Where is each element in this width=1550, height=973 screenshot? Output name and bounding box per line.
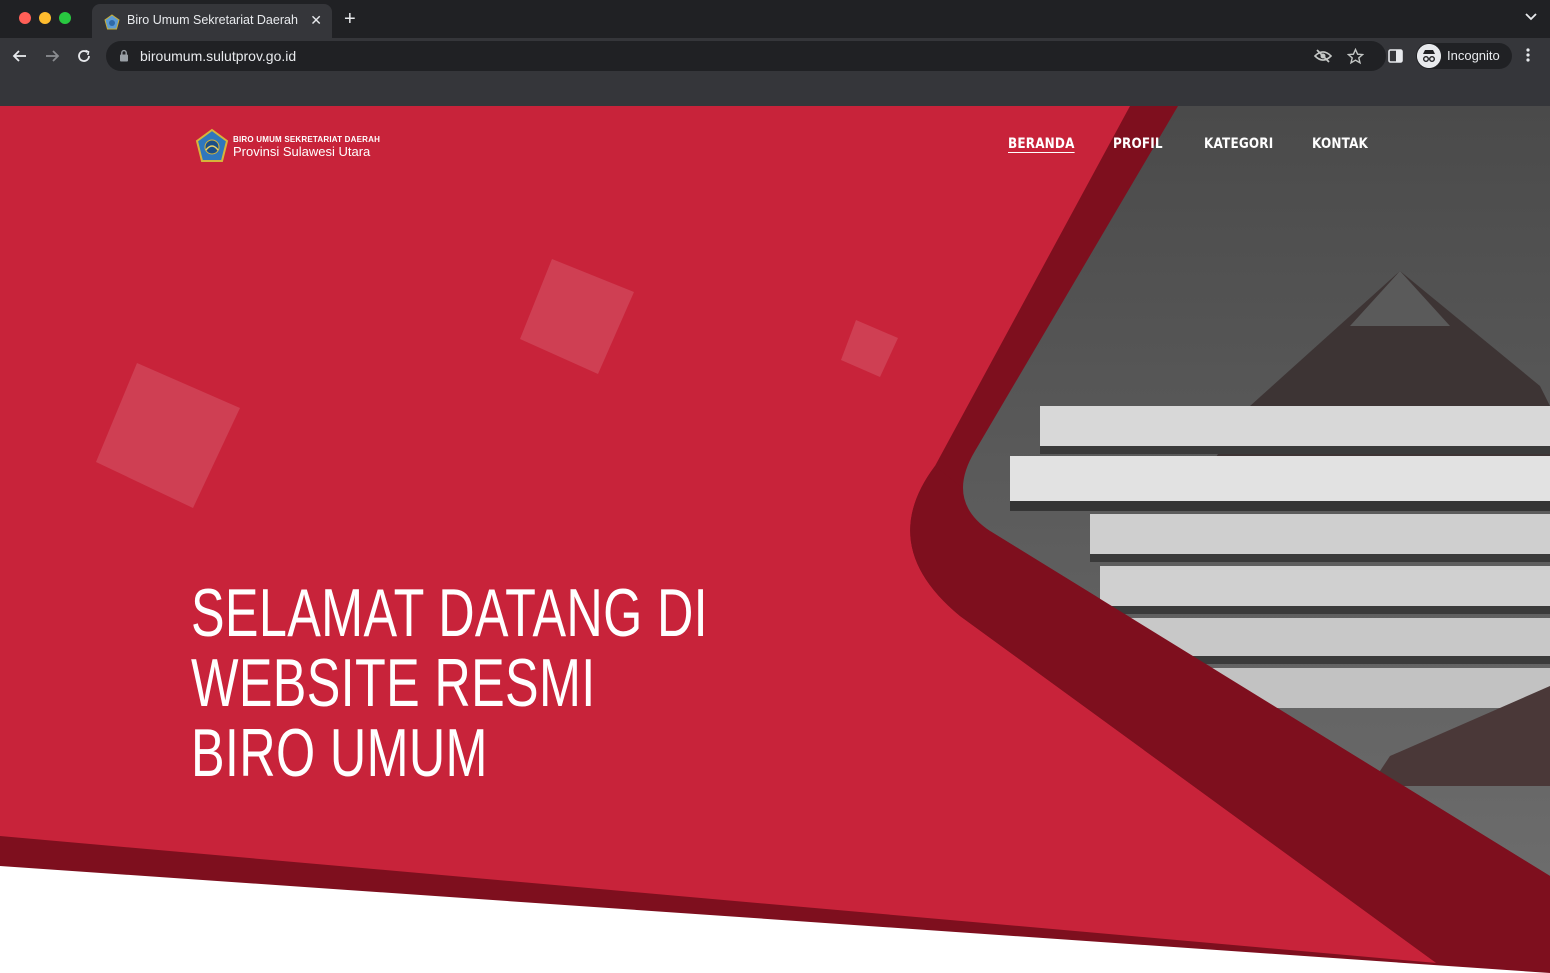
site-favicon-icon xyxy=(104,14,120,30)
bookmark-star-icon[interactable] xyxy=(1347,48,1364,65)
bookmarks-bar xyxy=(0,74,1550,107)
forward-arrow-icon[interactable] xyxy=(43,47,61,65)
new-tab-button[interactable]: + xyxy=(344,8,356,30)
hero-line-2: WEBSITE RESMI xyxy=(191,645,596,721)
logo-line1: BIRO UMUM SEKRETARIAT DAERAH xyxy=(233,135,381,144)
nav-kategori[interactable]: KATEGORI xyxy=(1204,136,1273,152)
browser-tab[interactable]: Biro Umum Sekretariat Daerah ✕ xyxy=(92,4,332,38)
browser-tab-bar: Biro Umum Sekretariat Daerah ✕ + xyxy=(0,0,1550,38)
province-emblem-icon xyxy=(195,128,229,162)
lock-icon[interactable] xyxy=(119,49,129,62)
site-logo[interactable]: BIRO UMUM SEKRETARIAT DAERAH Provinsi Su… xyxy=(195,128,395,164)
maximize-window-button[interactable] xyxy=(59,12,71,24)
tab-close-icon[interactable]: ✕ xyxy=(310,12,322,28)
logo-line2: Provinsi Sulawesi Utara xyxy=(233,144,371,159)
address-bar[interactable]: biroumum.sulutprov.go.id xyxy=(106,41,1386,71)
side-panel-icon[interactable] xyxy=(1388,49,1403,63)
nav-kontak[interactable]: KONTAK xyxy=(1312,136,1368,152)
eye-slash-icon[interactable] xyxy=(1314,48,1332,64)
hero-line-1: SELAMAT DATANG DI xyxy=(191,575,709,651)
hero-background xyxy=(0,106,1550,973)
minimize-window-button[interactable] xyxy=(39,12,51,24)
tab-search-chevron-icon[interactable] xyxy=(1524,10,1538,24)
reload-icon[interactable] xyxy=(75,47,93,65)
back-arrow-icon[interactable] xyxy=(11,47,29,65)
incognito-profile-button[interactable]: Incognito xyxy=(1416,43,1512,69)
tab-title: Biro Umum Sekretariat Daerah xyxy=(127,13,298,27)
profile-label: Incognito xyxy=(1447,48,1500,63)
hero-headline: SELAMAT DATANG DI WEBSITE RESMI BIRO UMU… xyxy=(191,578,708,788)
incognito-icon xyxy=(1417,44,1441,68)
website-hero: BIRO UMUM SEKRETARIAT DAERAH Provinsi Su… xyxy=(0,106,1550,973)
close-window-button[interactable] xyxy=(19,12,31,24)
nav-beranda[interactable]: BERANDA xyxy=(1008,136,1075,152)
hero-line-3: BIRO UMUM xyxy=(191,715,488,791)
url-text[interactable]: biroumum.sulutprov.go.id xyxy=(140,48,296,64)
nav-profil[interactable]: PROFIL xyxy=(1113,136,1163,152)
browser-menu-icon[interactable] xyxy=(1526,47,1530,63)
browser-toolbar: biroumum.sulutprov.go.id Incognito xyxy=(0,38,1550,74)
